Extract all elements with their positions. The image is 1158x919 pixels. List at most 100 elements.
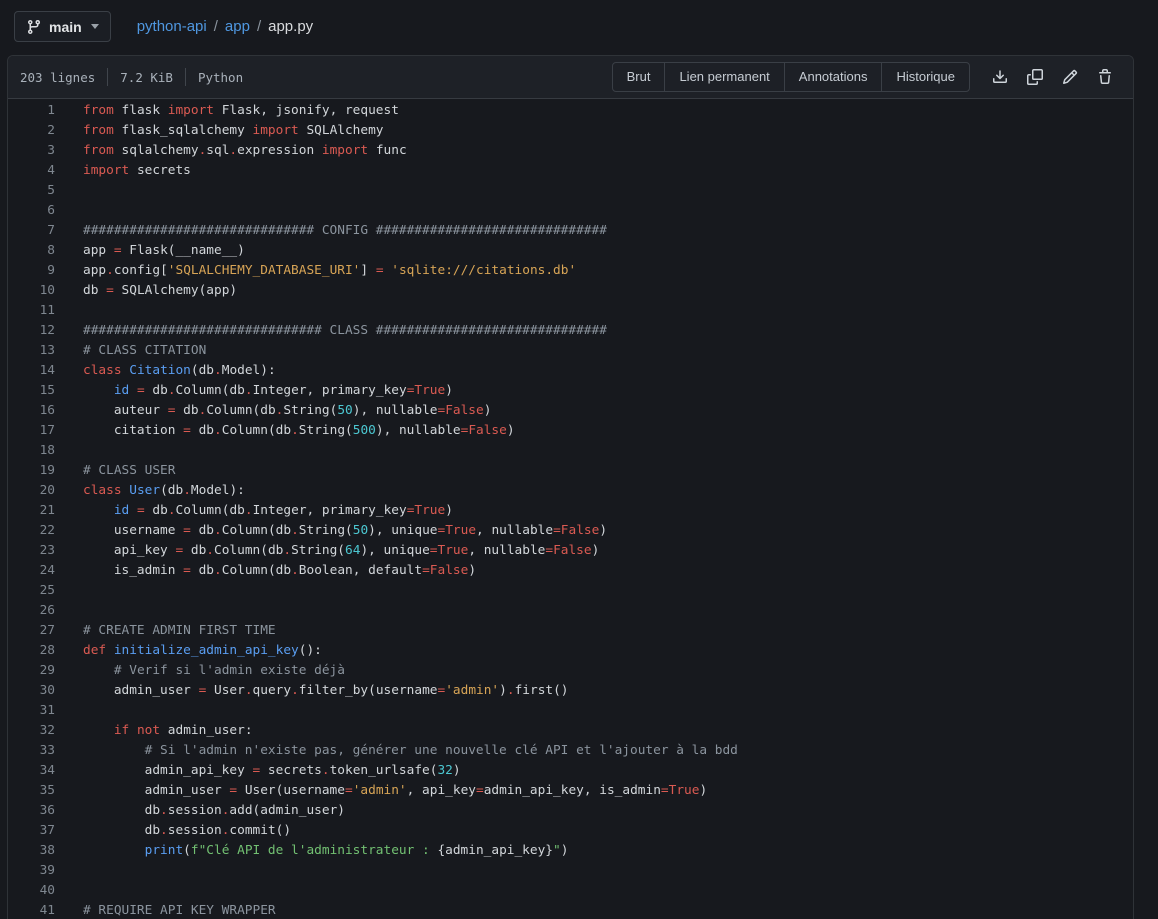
code-line: 7############################## CONFIG #… <box>8 221 1133 241</box>
line-number[interactable]: 19 <box>8 461 55 481</box>
code-content <box>55 701 83 721</box>
line-number[interactable]: 22 <box>8 521 55 541</box>
code-content <box>55 441 83 461</box>
line-number[interactable]: 11 <box>8 301 55 321</box>
line-number[interactable]: 38 <box>8 841 55 861</box>
code-content: citation = db.Column(db.String(500), nul… <box>55 421 515 441</box>
code-content: auteur = db.Column(db.String(50), nullab… <box>55 401 491 421</box>
code-line: 6 <box>8 201 1133 221</box>
code-content: admin_user = User.query.filter_by(userna… <box>55 681 569 701</box>
line-number[interactable]: 3 <box>8 141 55 161</box>
line-number[interactable]: 30 <box>8 681 55 701</box>
code-content <box>55 861 83 881</box>
line-number[interactable]: 20 <box>8 481 55 501</box>
meta-divider <box>107 68 108 86</box>
line-number[interactable]: 39 <box>8 861 55 881</box>
code-line: 20class User(db.Model): <box>8 481 1133 501</box>
code-line: 28def initialize_admin_api_key(): <box>8 641 1133 661</box>
code-content: ############################### CLASS ##… <box>55 321 607 341</box>
branch-selector-button[interactable]: main <box>14 11 111 42</box>
branch-name: main <box>49 19 82 35</box>
line-number[interactable]: 2 <box>8 121 55 141</box>
breadcrumb-repo-link[interactable]: python-api <box>137 18 207 35</box>
code-line: 25 <box>8 581 1133 601</box>
line-number[interactable]: 32 <box>8 721 55 741</box>
code-line: 2from flask_sqlalchemy import SQLAlchemy <box>8 121 1133 141</box>
line-number[interactable]: 5 <box>8 181 55 201</box>
code-content <box>55 181 83 201</box>
code-content <box>55 881 83 901</box>
delete-button[interactable] <box>1097 69 1113 85</box>
blame-button[interactable]: Annotations <box>784 62 883 92</box>
line-number[interactable]: 36 <box>8 801 55 821</box>
code-content <box>55 581 83 601</box>
code-content: is_admin = db.Column(db.Boolean, default… <box>55 561 476 581</box>
code-line: 27# CREATE ADMIN FIRST TIME <box>8 621 1133 641</box>
line-number[interactable]: 37 <box>8 821 55 841</box>
raw-button[interactable]: Brut <box>612 62 666 92</box>
code-lines: 1from flask import Flask, jsonify, reque… <box>8 101 1133 919</box>
copy-button[interactable] <box>1027 69 1043 85</box>
line-number[interactable]: 12 <box>8 321 55 341</box>
code-line: 35 admin_user = User(username='admin', a… <box>8 781 1133 801</box>
code-content: id = db.Column(db.Integer, primary_key=T… <box>55 501 453 521</box>
code-line: 26 <box>8 601 1133 621</box>
permalink-button[interactable]: Lien permanent <box>664 62 784 92</box>
code-line: 5 <box>8 181 1133 201</box>
code-line: 9app.config['SQLALCHEMY_DATABASE_URI'] =… <box>8 261 1133 281</box>
line-number[interactable]: 26 <box>8 601 55 621</box>
line-number[interactable]: 25 <box>8 581 55 601</box>
line-number[interactable]: 24 <box>8 561 55 581</box>
line-number[interactable]: 9 <box>8 261 55 281</box>
breadcrumb-dir-link[interactable]: app <box>225 18 250 35</box>
line-number[interactable]: 17 <box>8 421 55 441</box>
code-line: 22 username = db.Column(db.String(50), u… <box>8 521 1133 541</box>
download-button[interactable] <box>992 69 1008 85</box>
code-content: def initialize_admin_api_key(): <box>55 641 322 661</box>
code-content <box>55 601 83 621</box>
line-number[interactable]: 23 <box>8 541 55 561</box>
line-number[interactable]: 28 <box>8 641 55 661</box>
line-number[interactable]: 15 <box>8 381 55 401</box>
line-number[interactable]: 35 <box>8 781 55 801</box>
line-number[interactable]: 6 <box>8 201 55 221</box>
code-content: class User(db.Model): <box>55 481 245 501</box>
code-content: # REQUIRE API KEY WRAPPER <box>55 901 276 919</box>
line-number[interactable]: 27 <box>8 621 55 641</box>
code-line: 36 db.session.add(admin_user) <box>8 801 1133 821</box>
edit-button[interactable] <box>1062 69 1078 85</box>
breadcrumb: python-api / app / app.py <box>137 18 313 35</box>
code-content: db.session.add(admin_user) <box>55 801 345 821</box>
line-number[interactable]: 1 <box>8 101 55 121</box>
line-number[interactable]: 31 <box>8 701 55 721</box>
top-bar: main python-api / app / app.py <box>14 11 313 42</box>
code-content: # CREATE ADMIN FIRST TIME <box>55 621 276 641</box>
line-number[interactable]: 8 <box>8 241 55 261</box>
line-number[interactable]: 10 <box>8 281 55 301</box>
line-number[interactable]: 29 <box>8 661 55 681</box>
line-number[interactable]: 18 <box>8 441 55 461</box>
file-meta: 203 lignes 7.2 KiB Python <box>20 68 243 86</box>
chevron-down-icon <box>91 24 99 29</box>
file-header: 203 lignes 7.2 KiB Python Brut Lien perm… <box>8 56 1133 99</box>
line-number[interactable]: 41 <box>8 901 55 919</box>
line-number[interactable]: 16 <box>8 401 55 421</box>
code-line: 18 <box>8 441 1133 461</box>
code-line: 33 # Si l'admin n'existe pas, générer un… <box>8 741 1133 761</box>
file-language: Python <box>198 70 243 85</box>
line-number[interactable]: 4 <box>8 161 55 181</box>
file-line-count: 203 lignes <box>20 70 95 85</box>
code-line: 15 id = db.Column(db.Integer, primary_ke… <box>8 381 1133 401</box>
history-button[interactable]: Historique <box>881 62 970 92</box>
line-number[interactable]: 40 <box>8 881 55 901</box>
code-line: 29 # Verif si l'admin existe déjà <box>8 661 1133 681</box>
line-number[interactable]: 21 <box>8 501 55 521</box>
line-number[interactable]: 14 <box>8 361 55 381</box>
line-number[interactable]: 13 <box>8 341 55 361</box>
line-number[interactable]: 7 <box>8 221 55 241</box>
code-line: 1from flask import Flask, jsonify, reque… <box>8 101 1133 121</box>
line-number[interactable]: 34 <box>8 761 55 781</box>
line-number[interactable]: 33 <box>8 741 55 761</box>
code-line: 38 print(f"Clé API de l'administrateur :… <box>8 841 1133 861</box>
code-line: 16 auteur = db.Column(db.String(50), nul… <box>8 401 1133 421</box>
